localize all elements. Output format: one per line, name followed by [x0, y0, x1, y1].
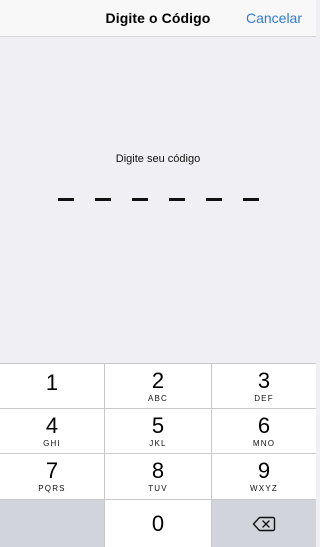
key-6-letters: MNO: [252, 439, 276, 448]
cancel-button[interactable]: Cancelar: [246, 10, 302, 26]
key-9-digit: 9: [257, 458, 271, 483]
code-input[interactable]: [58, 198, 260, 204]
code-slot-3[interactable]: [132, 198, 148, 201]
key-5-digit: 5: [151, 413, 165, 438]
key-0-digit: 0: [151, 511, 165, 536]
key-7-letters: PQRS: [38, 484, 66, 493]
code-slot-2[interactable]: [95, 198, 111, 201]
key-3[interactable]: 3 DEF: [212, 364, 316, 408]
code-slot-5[interactable]: [206, 198, 222, 201]
key-3-letters: DEF: [254, 394, 274, 403]
backspace-key[interactable]: [212, 500, 316, 547]
key-1-digit: 1: [45, 370, 59, 395]
code-slot-1[interactable]: [58, 198, 74, 201]
numeric-keypad: 1 2 ABC 3 DEF 4 GHI 5 JKL 6 MNO 7 PQRS 8…: [0, 363, 316, 547]
key-8-digit: 8: [151, 458, 165, 483]
key-1[interactable]: 1: [0, 364, 104, 408]
code-slot-4[interactable]: [169, 198, 185, 201]
code-prompt: Digite seu código: [115, 153, 201, 165]
key-0[interactable]: 0: [105, 500, 211, 547]
key-5[interactable]: 5 JKL: [105, 409, 211, 453]
key-9-letters: WXYZ: [250, 484, 278, 493]
delete-left-icon: [252, 516, 276, 531]
key-3-digit: 3: [257, 368, 271, 393]
code-slot-6[interactable]: [243, 198, 259, 201]
key-9[interactable]: 9 WXYZ: [212, 454, 316, 499]
key-8-letters: TUV: [148, 484, 168, 493]
key-6[interactable]: 6 MNO: [212, 409, 316, 453]
key-4-digit: 4: [45, 413, 59, 438]
key-8[interactable]: 8 TUV: [105, 454, 211, 499]
key-4[interactable]: 4 GHI: [0, 409, 104, 453]
empty-key: [0, 500, 104, 547]
key-5-letters: JKL: [149, 439, 167, 448]
code-entry-area: Digite seu código: [0, 37, 316, 363]
key-7-digit: 7: [45, 458, 59, 483]
key-4-letters: GHI: [43, 439, 61, 448]
key-6-digit: 6: [257, 413, 271, 438]
key-2-digit: 2: [151, 368, 165, 393]
navigation-bar: Digite o Código Cancelar: [0, 0, 316, 37]
key-2[interactable]: 2 ABC: [105, 364, 211, 408]
key-2-letters: ABC: [147, 394, 169, 403]
key-7[interactable]: 7 PQRS: [0, 454, 104, 499]
